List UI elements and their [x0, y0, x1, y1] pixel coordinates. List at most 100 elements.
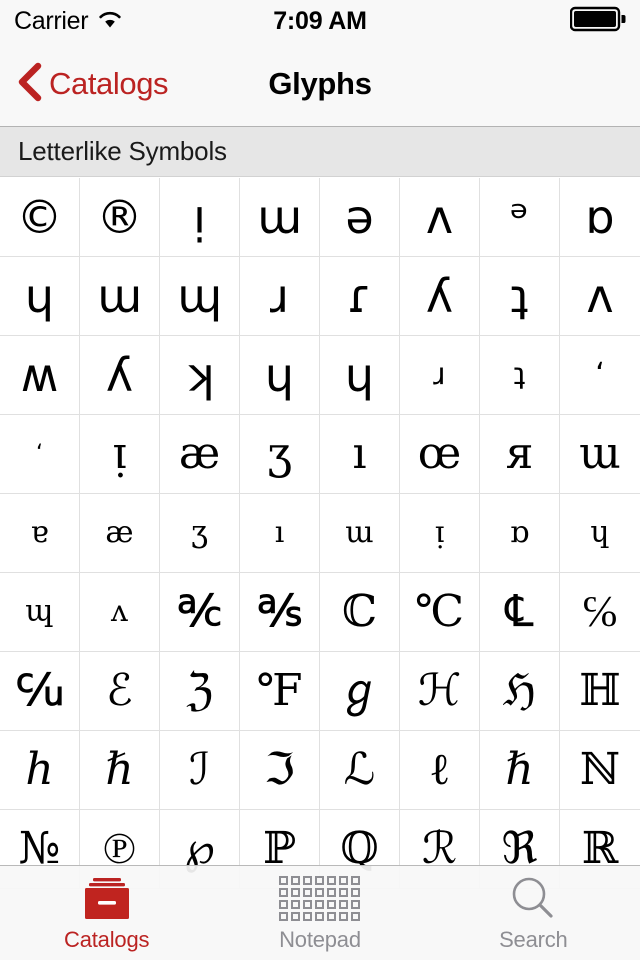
glyph-cell[interactable]: ɰ	[0, 573, 80, 652]
glyph-cell[interactable]: ɥ	[560, 494, 640, 573]
glyph-char: ɹ	[269, 269, 290, 323]
tab-catalogs[interactable]: Catalogs	[0, 874, 213, 953]
grid-dot	[351, 887, 361, 897]
glyph-cell[interactable]: ℓ	[400, 731, 480, 810]
magnifier-icon	[507, 874, 559, 922]
glyph-char: ɐ	[30, 515, 49, 550]
glyph-char: ʌ	[111, 594, 128, 629]
glyph-cell[interactable]: ℑ	[240, 731, 320, 810]
glyph-cell[interactable]: ℎ	[0, 731, 80, 810]
glyph-cell[interactable]: ɯ	[560, 415, 640, 494]
glyph-cell[interactable]: ℌ	[480, 652, 560, 731]
glyph-cell[interactable]: ʌ	[400, 178, 480, 257]
grid-dot	[327, 911, 337, 921]
glyph-cell[interactable]: ℊ	[320, 652, 400, 731]
glyph-cell[interactable]: ɒ	[560, 178, 640, 257]
glyph-cell[interactable]: ℀	[160, 573, 240, 652]
glyph-cell[interactable]: ᵊ	[480, 178, 560, 257]
glyph-cell[interactable]: ɯ	[240, 178, 320, 257]
back-button[interactable]: Catalogs	[10, 58, 174, 111]
grid-dot	[279, 875, 289, 885]
glyph-cell[interactable]: æ	[160, 415, 240, 494]
glyph-cell[interactable]: ɹ	[400, 336, 480, 415]
glyph-cell[interactable]: ı	[320, 415, 400, 494]
glyph-char: ɯ	[579, 428, 621, 479]
glyph-cell[interactable]: ®	[80, 178, 160, 257]
glyph-cell[interactable]: ɾ	[320, 257, 400, 336]
glyph-char: ‘	[36, 441, 43, 466]
glyph-char: ʇ	[513, 357, 526, 392]
glyph-cell[interactable]: ʇ	[480, 336, 560, 415]
glyph-cell[interactable]: æ	[80, 494, 160, 573]
glyph-cell[interactable]: ɥ	[320, 336, 400, 415]
glyph-cell[interactable]: ʞ	[160, 336, 240, 415]
glyph-cell[interactable]: ᴉ	[80, 415, 160, 494]
glyph-char: æ	[178, 428, 221, 479]
glyph-cell[interactable]: ʒ	[240, 415, 320, 494]
tab-notepad[interactable]: Notepad	[213, 874, 426, 953]
glyph-cell[interactable]: ℏ	[480, 731, 560, 810]
glyph-char: ɥ	[590, 515, 610, 550]
glyph-cell[interactable]: ʎ	[400, 257, 480, 336]
glyph-cell[interactable]: ı	[240, 494, 320, 573]
glyph-cell[interactable]: ℐ	[160, 731, 240, 810]
glyph-cell[interactable]: ᴉ	[400, 494, 480, 573]
glyph-cell[interactable]: ℉	[240, 652, 320, 731]
grid-dot	[351, 875, 361, 885]
glyph-cell[interactable]: ℂ	[320, 573, 400, 652]
glyph-cell[interactable]: я	[480, 415, 560, 494]
glyph-char: ᴉ	[434, 515, 445, 550]
glyph-cell[interactable]: ℏ	[80, 731, 160, 810]
glyph-cell[interactable]: ɯ	[80, 257, 160, 336]
glyph-cell[interactable]: œ	[400, 415, 480, 494]
glyph-cell[interactable]: ℃	[400, 573, 480, 652]
glyph-cell[interactable]: ℅	[560, 573, 640, 652]
glyph-cell[interactable]: ᴉ	[160, 178, 240, 257]
glyph-cell[interactable]: ©	[0, 178, 80, 257]
glyph-cell[interactable]: ℰ	[80, 652, 160, 731]
glyph-cell[interactable]: ℆	[0, 652, 80, 731]
glyph-char: ɰ	[25, 594, 54, 629]
glyph-char: ℃	[414, 586, 465, 637]
glyph-cell[interactable]: ɥ	[0, 257, 80, 336]
glyph-cell[interactable]: ʎ	[80, 336, 160, 415]
glyph-cell[interactable]: ə	[320, 178, 400, 257]
tab-search[interactable]: Search	[427, 874, 640, 953]
glyph-grid-scroll-area[interactable]: © ® ᴉ ɯ ə ʌ ᵊ ɒ ɥ ɯ ɰ ɹ ɾ ʎ ʇ ʌ ʍ ʎ ʞ ɥ ɥ ɹ ʇ ‘‘ᴉ æ ʒ ı œ я ɯ ɐ æ ʒ ı ɯ ᴉ ɒ ɥ…	[0, 178, 640, 960]
glyph-char: ʒ	[267, 428, 292, 479]
glyph-char: ℌ	[502, 665, 537, 716]
glyph-char: ɾ	[347, 269, 372, 323]
glyph-cell[interactable]: ℋ	[400, 652, 480, 731]
glyph-cell[interactable]: ℕ	[560, 731, 640, 810]
glyph-cell[interactable]: ‘	[0, 415, 80, 494]
glyph-char: ℐ	[189, 744, 210, 795]
glyph-cell[interactable]: ℄	[480, 573, 560, 652]
tab-catalogs-label: Catalogs	[64, 927, 150, 952]
glyph-char: ℉	[256, 665, 303, 716]
glyph-cell[interactable]: ℒ	[320, 731, 400, 810]
glyph-cell[interactable]: ɐ	[0, 494, 80, 573]
glyph-char: ℏ	[105, 744, 134, 795]
section-header: Letterlike Symbols	[0, 127, 640, 177]
catalog-box-icon	[79, 874, 135, 922]
glyph-cell[interactable]: ʇ	[480, 257, 560, 336]
glyph-cell[interactable]: ʌ	[80, 573, 160, 652]
glyph-cell[interactable]: ʌ	[560, 257, 640, 336]
glyph-char: ℍ	[579, 665, 621, 716]
glyph-cell[interactable]: ɰ	[160, 257, 240, 336]
glyph-cell[interactable]: ℁	[240, 573, 320, 652]
glyph-cell[interactable]: ɒ	[480, 494, 560, 573]
glyph-cell[interactable]: ɥ	[240, 336, 320, 415]
carrier-label: Carrier	[14, 6, 89, 35]
glyph-cell[interactable]: ɹ	[240, 257, 320, 336]
glyph-cell[interactable]: ℍ	[560, 652, 640, 731]
glyph-char: ᵊ	[509, 190, 530, 244]
glyph-cell[interactable]: ʒ	[160, 494, 240, 573]
glyph-char: æ	[105, 515, 134, 550]
glyph-cell[interactable]: ɯ	[320, 494, 400, 573]
glyph-cell[interactable]: ℨ	[160, 652, 240, 731]
grid-dot	[339, 911, 349, 921]
grid-dot	[291, 899, 301, 909]
glyph-cell[interactable]: ‘	[560, 336, 640, 415]
glyph-cell[interactable]: ʍ	[0, 336, 80, 415]
